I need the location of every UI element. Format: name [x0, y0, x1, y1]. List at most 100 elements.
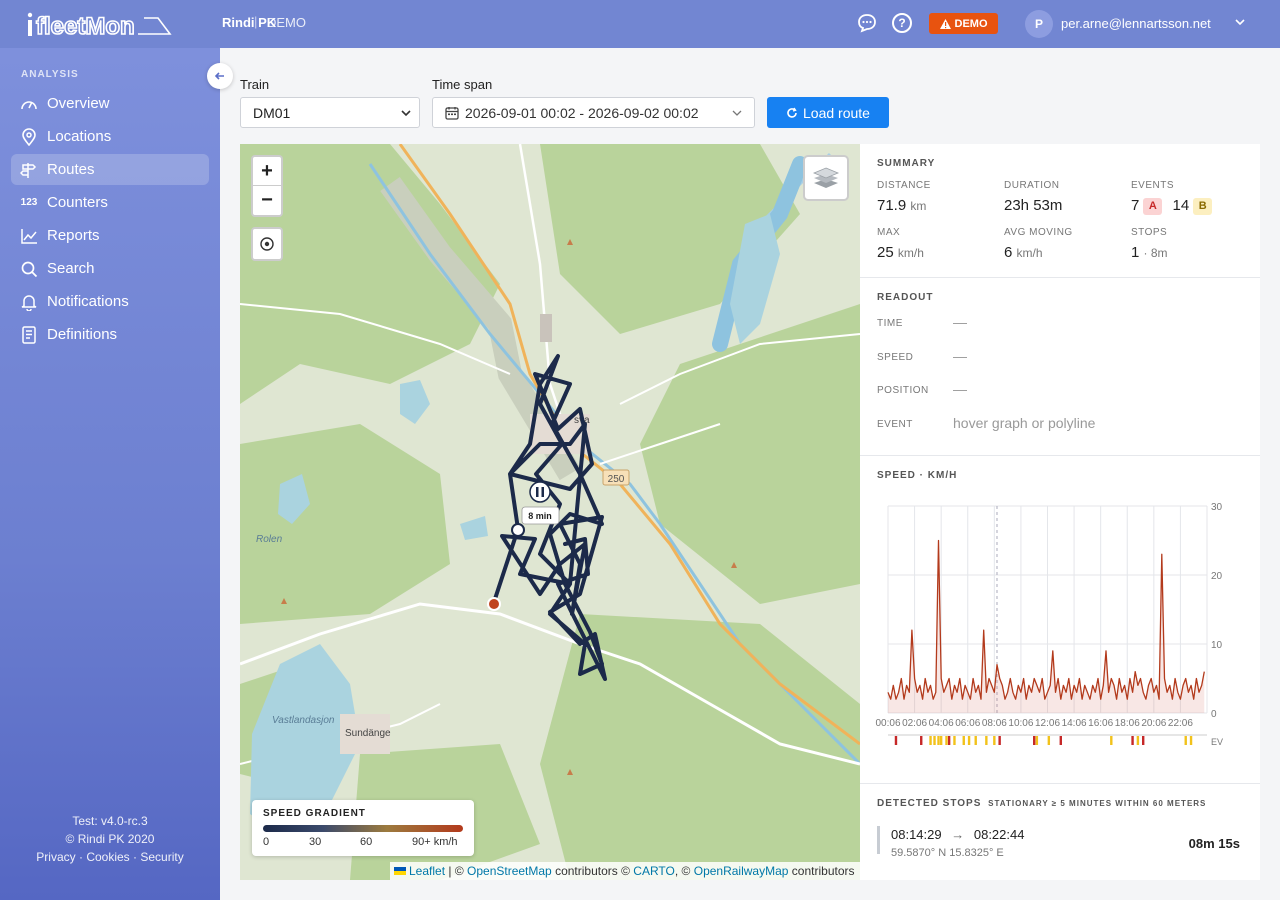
- event-a-badge[interactable]: A: [1143, 197, 1163, 215]
- x-tick-label: 20:06: [1141, 718, 1166, 729]
- sidebar-item-overview[interactable]: Overview: [11, 88, 209, 119]
- crosshair-icon: [260, 237, 274, 251]
- x-tick-label: 04:06: [929, 718, 954, 729]
- event-a-count: 7: [1131, 197, 1140, 214]
- town-label: Sundänge: [345, 728, 391, 739]
- help-icon[interactable]: ?: [892, 13, 912, 33]
- map-attribution: Leaflet | © OpenStreetMap contributors ©…: [390, 862, 860, 880]
- detected-stops-subtitle: STATIONARY ≥ 5 MINUTES WITHIN 60 METERS: [988, 799, 1207, 808]
- footer-dot: ·: [133, 850, 138, 864]
- attribution-text: contributors ©: [555, 864, 630, 878]
- event-b-mark: [1035, 736, 1039, 745]
- sidebar-section-title: ANALYSIS: [21, 69, 79, 80]
- speed-chart[interactable]: 00:06 02:06 04:06 06:06 08:06 10:06 12:06 14:06…: [860, 494, 1260, 754]
- avg-moving-value: 6 km/h: [1004, 244, 1043, 261]
- chat-icon[interactable]: [857, 13, 877, 33]
- load-route-label: Load route: [803, 104, 870, 121]
- load-route-button[interactable]: Load route: [767, 97, 889, 128]
- distance-number: 71.9: [877, 197, 907, 214]
- zoom-control: + −: [251, 155, 283, 217]
- version-label: Test: v4.0-rc.3: [72, 814, 148, 828]
- signpost-icon: [11, 161, 47, 179]
- stops-value: 1 · 8m: [1131, 244, 1168, 261]
- locate-button[interactable]: [251, 227, 283, 261]
- event-b-mark: [1047, 736, 1051, 745]
- stop-time-range: 08:14:29 → 08:22:44: [891, 827, 1024, 842]
- carto-link[interactable]: CARTO: [633, 864, 675, 878]
- sidebar-item-definitions[interactable]: Definitions: [11, 319, 209, 350]
- ukraine-flag-icon: [394, 867, 406, 875]
- stop-to: 08:22:44: [973, 827, 1025, 842]
- event-b-mark: [933, 736, 936, 745]
- route-map[interactable]: 250 sva Rolen Vastlandasjon Sundänge 8 m…: [240, 144, 860, 880]
- pause-icon[interactable]: [529, 481, 551, 503]
- calendar-icon: [445, 106, 459, 120]
- sidebar-item-search[interactable]: Search: [11, 253, 209, 284]
- event-a-mark: [920, 736, 923, 745]
- route-end-marker[interactable]: [487, 597, 501, 611]
- stop-duration: 08m 15s: [1188, 836, 1240, 851]
- privacy-link[interactable]: Privacy: [36, 850, 75, 864]
- osm-link[interactable]: OpenStreetMap: [467, 864, 552, 878]
- chevron-down-icon: [401, 110, 411, 117]
- sidebar-item-locations[interactable]: Locations: [11, 121, 209, 152]
- demo-badge-label: DEMO: [954, 17, 988, 30]
- collapse-sidebar-button[interactable]: [207, 63, 233, 89]
- event-b-mark: [993, 736, 996, 745]
- sidebar-item-label: Search: [47, 260, 95, 277]
- user-email[interactable]: per.arne@lennartsson.net: [1061, 16, 1211, 31]
- stops-number: 1: [1131, 244, 1140, 261]
- top-bar: fleetMon Rindi PK | DEMO ? DEMO P per.ar…: [0, 0, 1280, 48]
- lake-label: Rolen: [256, 534, 283, 545]
- leaflet-link[interactable]: Leaflet: [409, 864, 445, 878]
- lake-label: Vastlandasjon: [272, 715, 335, 726]
- event-b-mark: [974, 736, 977, 745]
- demo-badge: DEMO: [929, 13, 998, 34]
- event-b-mark: [939, 736, 943, 745]
- x-tick-label: 16:06: [1088, 718, 1113, 729]
- x-tick-label: 10:06: [1008, 718, 1033, 729]
- event-b-badge[interactable]: B: [1193, 197, 1213, 215]
- readout-position-value: —: [953, 381, 967, 397]
- cookies-link[interactable]: Cookies: [86, 850, 129, 864]
- x-tick-label: 00:06: [875, 718, 900, 729]
- avg-moving-label: AVG MOVING: [1004, 227, 1073, 238]
- sidebar-item-routes[interactable]: Routes: [11, 154, 209, 185]
- x-tick-label: 18:06: [1115, 718, 1140, 729]
- zoom-out-button[interactable]: −: [253, 186, 281, 215]
- layers-button[interactable]: [803, 155, 849, 201]
- timespan-picker[interactable]: 2026-09-01 00:02 - 2026-09-02 00:02: [432, 97, 755, 128]
- sidebar-item-reports[interactable]: Reports: [11, 220, 209, 251]
- security-link[interactable]: Security: [140, 850, 183, 864]
- avatar[interactable]: P: [1025, 10, 1053, 38]
- fleetmon-logo[interactable]: fleetMon: [26, 10, 176, 38]
- legend-tick: 30: [309, 836, 322, 848]
- detected-stops-heading: DETECTED STOPS: [877, 798, 982, 809]
- sidebar-item-notifications[interactable]: Notifications: [11, 286, 209, 317]
- detected-stops-title: DETECTED STOPS STATIONARY ≥ 5 MINUTES WI…: [877, 798, 1206, 809]
- zoom-in-button[interactable]: +: [253, 157, 281, 186]
- legend-gradient-bar: [263, 825, 463, 832]
- attribution-text: contributors: [791, 864, 855, 878]
- chart-line-icon: [11, 228, 47, 244]
- openrailwaymap-link[interactable]: OpenRailwayMap: [694, 864, 789, 878]
- event-b-mark: [945, 736, 948, 745]
- sidebar-item-label: Notifications: [47, 293, 129, 310]
- legend-tick: 0: [263, 836, 270, 848]
- arrow-left-icon: [214, 72, 224, 80]
- train-select[interactable]: DM01: [240, 97, 420, 128]
- chevron-down-icon: [732, 110, 742, 116]
- divider: [860, 277, 1260, 278]
- duration-value: 23h 53m: [1004, 197, 1063, 214]
- arrow-right-icon: →: [951, 827, 965, 842]
- copyright-label: © Rindi PK 2020: [65, 832, 155, 846]
- sidebar-item-counters[interactable]: 123 Counters: [11, 187, 209, 218]
- route-start-marker[interactable]: [511, 523, 525, 537]
- brand-separator: |: [254, 14, 258, 29]
- event-b-mark: [937, 736, 940, 745]
- event-a-mark: [1131, 736, 1134, 745]
- stop-row[interactable]: 08:14:29 → 08:22:44 59.5870° N 15.8325° …: [877, 824, 1243, 864]
- event-a-mark: [1033, 736, 1036, 745]
- chevron-down-icon[interactable]: [1234, 13, 1246, 33]
- warning-icon: [939, 18, 951, 29]
